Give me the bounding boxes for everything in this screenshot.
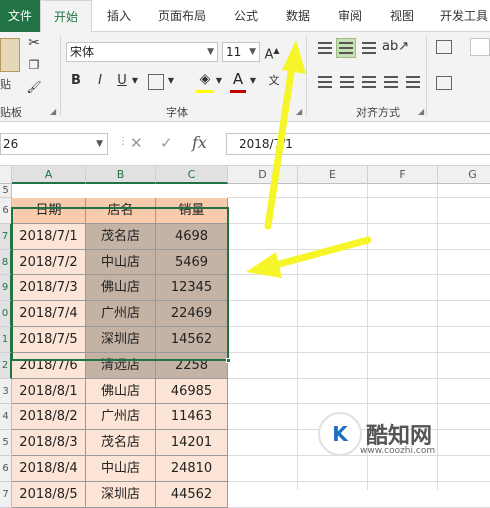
watermark-url: www.coozhi.com	[360, 446, 436, 456]
arrow-head	[246, 252, 282, 278]
arrow-shaft	[268, 236, 372, 270]
arrow-to-data-tab	[264, 40, 306, 230]
annotation-arrows	[246, 40, 372, 278]
arrow-shaft	[264, 62, 296, 230]
watermark-logo-icon: K	[318, 412, 362, 456]
gridline	[228, 506, 490, 508]
arrow-head	[282, 40, 306, 74]
arrow-to-selection	[246, 236, 372, 278]
